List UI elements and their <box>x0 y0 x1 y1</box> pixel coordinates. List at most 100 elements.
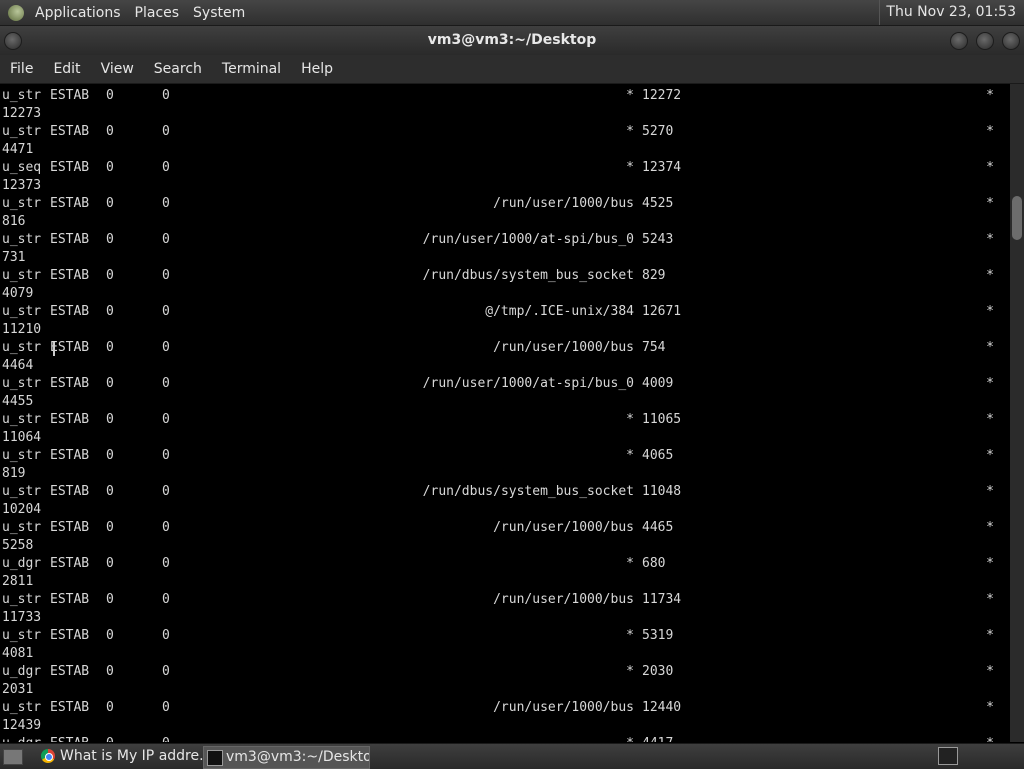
send-q: 0 <box>162 664 170 679</box>
send-q: 0 <box>162 268 170 283</box>
tray-terminal-icon[interactable] <box>938 747 958 765</box>
text-cursor-icon <box>53 342 55 356</box>
socket-type: u_str <box>2 88 42 103</box>
terminal-row: u_str ESTAB 0 0/run/dbus/system_bus_socket 1… <box>0 480 1010 517</box>
socket-type: u_str <box>2 520 42 535</box>
socket-state: ESTAB <box>50 735 89 742</box>
peer-address: * <box>986 304 994 319</box>
terminal-row: u_str ESTAB 0 0 * 4065 * 819 <box>0 444 1010 481</box>
peer-address: * <box>986 160 994 175</box>
show-desktop-icon[interactable] <box>3 749 23 765</box>
local-address: * <box>626 628 634 643</box>
socket-state: ESTAB <box>50 268 90 283</box>
local-port: 829 <box>642 268 666 283</box>
recv-q: 0 <box>106 304 114 319</box>
socket-state: ESTAB <box>50 304 90 319</box>
scrollbar[interactable] <box>1010 84 1024 742</box>
recv-q: 0 <box>106 592 114 607</box>
terminal-row: u_str ESTAB 0 0/run/dbus/system_bus_socket 8… <box>0 264 1010 301</box>
peer-address: * <box>986 196 994 211</box>
terminal-row: u_str ESTAB 0 0 * 12272 * 12273 <box>0 84 1010 121</box>
send-q: 0 <box>162 304 170 319</box>
send-q: 0 <box>162 160 170 175</box>
peer-address: * <box>986 376 994 391</box>
task-label: What is My IP addre... <box>60 748 213 764</box>
send-q: 0 <box>162 628 170 643</box>
maximize-icon[interactable] <box>976 32 994 50</box>
socket-state: ESTAB <box>50 592 90 607</box>
terminal-icon <box>207 750 223 766</box>
local-port: 2030 <box>642 664 674 679</box>
local-address: * <box>626 664 634 679</box>
socket-type: u_dgr <box>2 556 42 571</box>
task-terminal[interactable]: vm3@vm3:~/Desktop <box>203 746 370 769</box>
menu-help[interactable]: Help <box>291 61 343 77</box>
local-port: 11065 <box>642 412 682 427</box>
peer-address: * <box>986 484 994 499</box>
local-address: * <box>626 735 634 742</box>
local-port: 680 <box>642 556 666 571</box>
socket-type: u_str <box>2 448 42 463</box>
window-menu-icon[interactable] <box>4 32 22 50</box>
terminal-row: u_str ESTAB 0 0/run/user/1000/bus 11734 * 1173… <box>0 588 1010 625</box>
close-icon[interactable] <box>1002 32 1020 50</box>
socket-type: u_str <box>2 628 42 643</box>
recv-q: 0 <box>106 700 114 715</box>
recv-q: 0 <box>106 556 114 571</box>
local-address: /run/user/1000/bus <box>493 592 634 607</box>
peer-address: * <box>986 268 994 283</box>
recv-q: 0 <box>106 376 114 391</box>
places-menu[interactable]: Places <box>128 5 187 21</box>
gnome-foot-icon[interactable] <box>8 4 24 21</box>
menu-terminal[interactable]: Terminal <box>212 61 291 77</box>
system-menu[interactable]: System <box>186 5 252 21</box>
menu-search[interactable]: Search <box>144 61 212 77</box>
scrollbar-thumb[interactable] <box>1012 196 1022 240</box>
recv-q: 0 <box>106 448 114 463</box>
recv-q: 0 <box>106 160 114 175</box>
peer-address: * <box>986 556 994 571</box>
socket-type: u_dgr <box>2 664 42 679</box>
local-port: 11734 <box>642 592 682 607</box>
send-q: 0 <box>162 124 170 139</box>
recv-q: 0 <box>106 268 114 283</box>
applications-menu[interactable]: Applications <box>28 5 128 21</box>
local-address: /run/user/1000/at-spi/bus_0 <box>422 232 634 247</box>
local-port: 11048 <box>642 484 682 499</box>
recv-q: 0 <box>106 664 114 679</box>
terminal-output[interactable]: u_str ESTAB 0 0 * 12272 * 12273 u_str ESTAB 0 0 * 527… <box>0 84 1010 742</box>
local-address: * <box>626 412 634 427</box>
local-port: 12671 <box>642 304 682 319</box>
socket-state: ESTAB <box>50 448 90 463</box>
local-port: 5270 <box>642 124 674 139</box>
window-titlebar[interactable]: vm3@vm3:~/Desktop <box>0 26 1024 55</box>
local-port: 12272 <box>642 88 682 103</box>
recv-q: 0 <box>106 735 114 742</box>
local-port: 4009 <box>642 376 674 391</box>
window-title: vm3@vm3:~/Desktop <box>427 32 597 48</box>
menu-view[interactable]: View <box>91 61 144 77</box>
menu-edit[interactable]: Edit <box>43 61 90 77</box>
socket-state: ESTAB <box>50 340 90 355</box>
socket-type: u_str <box>2 124 42 139</box>
terminal-row: u_str ESTAB 0 0 * 5270 * 4471 <box>0 120 1010 157</box>
socket-state: ESTAB <box>50 556 90 571</box>
terminal-row: u_dgr ESTAB 0 0 * 4417 * <box>0 732 1010 742</box>
socket-state: ESTAB <box>50 628 90 643</box>
task-browser[interactable]: What is My IP addre... <box>38 746 220 767</box>
local-address: /run/user/1000/at-spi/bus_0 <box>422 376 634 391</box>
peer-address: * <box>986 592 994 607</box>
local-address: /run/dbus/system_bus_socket <box>422 484 634 499</box>
local-port: 754 <box>642 340 666 355</box>
terminal-row: u_str ESTAB 0 0/run/user/1000/bus 4465 * 5258 <box>0 516 1010 553</box>
socket-state: ESTAB <box>50 160 90 175</box>
minimize-icon[interactable] <box>950 32 968 50</box>
peer-address: * <box>986 412 994 427</box>
terminal-row: u_str ESTAB 0 0/run/user/1000/bus 12440 * 1243… <box>0 696 1010 733</box>
peer-address: * <box>986 735 994 742</box>
menu-file[interactable]: File <box>0 61 43 77</box>
local-address: * <box>626 88 634 103</box>
clock[interactable]: Thu Nov 23, 01:53 <box>879 0 1024 25</box>
local-address: /run/user/1000/bus <box>493 520 634 535</box>
socket-state: ESTAB <box>50 196 90 211</box>
